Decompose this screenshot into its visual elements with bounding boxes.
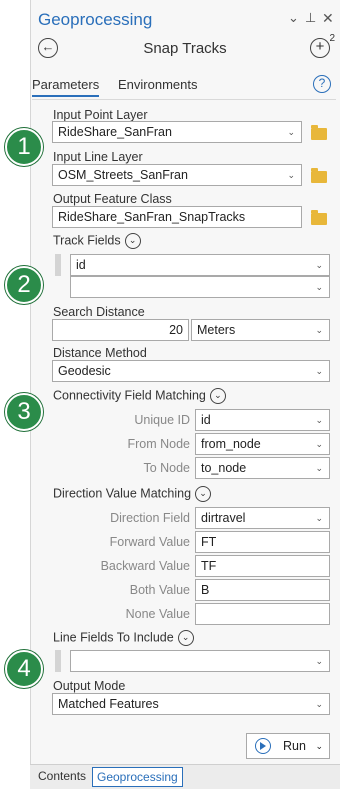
chevron-down-icon[interactable]: ⌄ (315, 410, 323, 430)
backward-value-input[interactable]: TF (195, 555, 330, 577)
chevron-down-icon[interactable]: ⌄ (315, 434, 323, 454)
run-button[interactable]: Run ⌄ (246, 733, 330, 759)
drag-handle[interactable] (55, 650, 61, 672)
unique-id-value: id (201, 413, 211, 427)
input-line-layer-field[interactable]: OSM_Streets_SanFran ⌄ (52, 164, 302, 186)
step-badge-2: 2 (5, 266, 43, 304)
chevron-down-icon[interactable]: ⌄ (315, 694, 323, 714)
input-point-layer-label: Input Point Layer (53, 108, 148, 122)
forward-value-label: Forward Value (109, 535, 190, 549)
tab-environments[interactable]: Environments (118, 77, 197, 92)
to-node-select[interactable]: to_node ⌄ (195, 457, 330, 479)
distance-method-value: Geodesic (58, 364, 111, 378)
step-badge-3: 3 (5, 393, 43, 431)
backward-value-label: Backward Value (100, 559, 190, 573)
distance-method-label: Distance Method (53, 346, 147, 360)
chevron-down-icon[interactable]: ⌄ (288, 10, 299, 26)
input-point-layer-value: RideShare_SanFran (58, 125, 172, 139)
folder-icon[interactable] (311, 210, 327, 225)
none-value-input[interactable] (195, 603, 330, 625)
add-count: 2 (329, 33, 335, 44)
drag-handle[interactable] (55, 254, 61, 276)
unique-id-label: Unique ID (134, 413, 190, 427)
tab-divider (32, 99, 336, 100)
connectivity-label: Connectivity Field Matching ⌄ (53, 388, 226, 404)
chevron-down-icon[interactable]: ⌄ (315, 320, 323, 340)
output-mode-label: Output Mode (53, 679, 126, 693)
close-icon[interactable]: ✕ (322, 10, 334, 27)
chevron-down-icon[interactable]: ⌄ (315, 255, 323, 275)
add-icon[interactable]: +2 (310, 33, 335, 58)
track-field-2[interactable]: ⌄ (70, 276, 330, 298)
pane-title: Geoprocessing (38, 10, 153, 29)
tab-parameters[interactable]: Parameters (32, 77, 100, 97)
search-distance-label: Search Distance (53, 305, 145, 319)
output-feature-class-label: Output Feature Class (53, 192, 172, 206)
search-distance-unit-value: Meters (197, 323, 236, 337)
from-node-select[interactable]: from_node ⌄ (195, 433, 330, 455)
expand-chevron-icon[interactable]: ⌄ (177, 630, 194, 646)
chevron-down-icon[interactable]: ⌄ (315, 458, 323, 478)
chevron-down-icon[interactable]: ⌄ (287, 122, 295, 142)
chevron-down-icon[interactable]: ⌄ (315, 734, 323, 758)
chevron-down-icon[interactable]: ⌄ (315, 508, 323, 528)
chevron-down-icon[interactable]: ⌄ (287, 165, 295, 185)
step-badge-1: 1 (5, 128, 43, 166)
direction-field-label: Direction Field (110, 511, 190, 525)
both-value-label: Both Value (129, 583, 190, 597)
collapse-chevron-icon[interactable]: ⌄ (195, 486, 212, 502)
pin-icon[interactable]: ⊥ (305, 10, 316, 26)
chevron-down-icon[interactable]: ⌄ (315, 361, 323, 381)
none-value-label: None Value (125, 607, 190, 621)
unique-id-select[interactable]: id ⌄ (195, 409, 330, 431)
line-fields-label: Line Fields To Include ⌄ (53, 630, 194, 646)
both-value-input[interactable]: B (195, 579, 330, 601)
chevron-down-icon[interactable]: ⌄ (315, 651, 323, 671)
input-line-layer-value: OSM_Streets_SanFran (58, 168, 188, 182)
output-feature-class-field[interactable]: RideShare_SanFran_SnapTracks (52, 206, 302, 228)
track-field-1-value: id (76, 258, 86, 272)
folder-icon[interactable] (311, 168, 327, 183)
to-node-value: to_node (201, 461, 247, 475)
tool-title: Snap Tracks (143, 40, 227, 57)
tab-contents[interactable]: Contents (34, 767, 90, 787)
input-point-layer-field[interactable]: RideShare_SanFran ⌄ (52, 121, 302, 143)
input-line-layer-label: Input Line Layer (53, 150, 143, 164)
from-node-value: from_node (201, 437, 261, 451)
help-icon[interactable]: ? (313, 75, 331, 93)
forward-value-input[interactable]: FT (195, 531, 330, 553)
search-distance-unit[interactable]: Meters ⌄ (191, 319, 330, 341)
distance-method-select[interactable]: Geodesic ⌄ (52, 360, 330, 382)
line-fields-select[interactable]: ⌄ (70, 650, 330, 672)
step-badge-4: 4 (5, 650, 43, 688)
expand-chevron-icon[interactable]: ⌄ (124, 233, 141, 249)
direction-field-value: dirtravel (201, 511, 246, 525)
direction-field-select[interactable]: dirtravel ⌄ (195, 507, 330, 529)
run-label: Run (283, 739, 306, 753)
search-distance-input[interactable]: 20 (52, 319, 189, 341)
to-node-label: To Node (143, 461, 190, 475)
tab-geoprocessing[interactable]: Geoprocessing (92, 767, 183, 787)
folder-icon[interactable] (311, 125, 327, 140)
track-field-1[interactable]: id ⌄ (70, 254, 330, 276)
track-fields-label: Track Fields ⌄ (53, 233, 141, 249)
run-play-icon (255, 738, 271, 754)
output-mode-value: Matched Features (58, 697, 159, 711)
direction-label: Direction Value Matching ⌄ (53, 486, 212, 502)
from-node-label: From Node (127, 437, 190, 451)
output-mode-select[interactable]: Matched Features ⌄ (52, 693, 330, 715)
chevron-down-icon[interactable]: ⌄ (315, 277, 323, 297)
collapse-chevron-icon[interactable]: ⌄ (209, 388, 226, 404)
